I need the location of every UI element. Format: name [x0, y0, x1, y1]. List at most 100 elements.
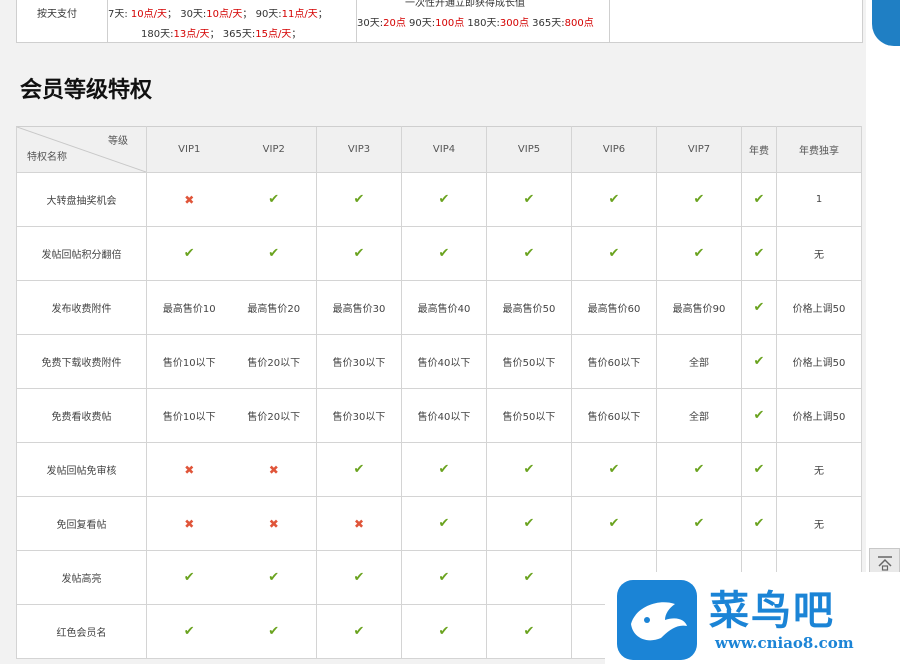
watermark-url: www.cniao8.com [715, 634, 854, 652]
check-icon: ✔ [438, 570, 450, 585]
privilege-value: 最高售价60 [571, 280, 657, 335]
check-icon: ✔ [656, 496, 742, 551]
privilege-value: 最高售价90 [656, 280, 742, 335]
check-icon: ✔ [656, 442, 742, 497]
header-vip2: VIP2 [231, 126, 317, 173]
check-icon: ✔ [268, 624, 280, 639]
header-vip5: VIP5 [486, 126, 572, 173]
check-icon: ✔ [741, 334, 777, 389]
check-icon: ✔ [741, 172, 777, 227]
check-icon: ✔ [486, 442, 572, 497]
privilege-name: 发布收费附件 [16, 280, 147, 335]
check-icon: ✔ [741, 226, 777, 281]
cross-icon: ✖ [184, 516, 195, 531]
corner-name-label: 特权名称 [27, 152, 67, 163]
bird-logo-icon [617, 580, 697, 660]
check-icon: ✔ [268, 246, 280, 261]
section-title: 会员等级特权 [20, 78, 153, 103]
privilege-value: 售价20以下 [247, 358, 301, 369]
privilege-value: 价格上调50 [776, 334, 862, 389]
check-icon: ✔ [741, 280, 777, 335]
site-watermark: 菜鸟吧 www.cniao8.com [605, 572, 900, 664]
privilege-value: 最高售价40 [417, 304, 471, 315]
daily-price-line-2: 180天:13点/天； 365天:15点/天； [141, 29, 302, 40]
check-icon: ✔ [438, 192, 450, 207]
privilege-value: 最高售价30 [316, 280, 402, 335]
privilege-name: 发帖回帖免审核 [16, 442, 147, 497]
check-icon: ✔ [183, 624, 195, 639]
table-row: 免费下载收费附件 售价10以下 售价20以下 售价30以下 售价40以下 售价50以下 售价… [16, 334, 862, 389]
check-icon: ✔ [741, 496, 777, 551]
check-icon: ✔ [268, 192, 280, 207]
empty-cell [610, 0, 862, 42]
privilege-value: 最高售价20 [247, 304, 301, 315]
privilege-value: 售价50以下 [486, 334, 572, 389]
check-icon: ✔ [183, 570, 195, 585]
check-icon: ✔ [571, 226, 657, 281]
privilege-name: 发帖回帖积分翻倍 [16, 226, 147, 281]
privilege-value: 最高售价10 [162, 304, 216, 315]
table-row: 发帖回帖免审核 ✖ ✖ ✔ ✔ ✔ ✔ ✔ ✔ 无 [16, 442, 862, 497]
pricing-table: 按天支付 7天: 10点/天； 30天:10点/天； 90天:11点/天； 18… [16, 0, 863, 43]
table-row: 发帖回帖积分翻倍 ✔ ✔ ✔ ✔ ✔ ✔ ✔ ✔ 无 [16, 226, 862, 281]
corner-level-label: 等级 [108, 136, 128, 147]
check-icon: ✔ [316, 550, 402, 605]
privilege-value: 售价20以下 [247, 412, 301, 423]
growth-values: 30天:20点 90天:100点 180天:300点 365天:800点 [357, 18, 594, 29]
table-row: 免费看收费帖 售价10以下 售价20以下 售价30以下 售价40以下 售价50以下 售价60… [16, 388, 862, 443]
table-row: 发布收费附件 最高售价10 最高售价20 最高售价30 最高售价40 最高售价50 最高售价… [16, 280, 862, 335]
check-icon: ✔ [486, 550, 572, 605]
header-vip3: VIP3 [316, 126, 402, 173]
privilege-value: 价格上调50 [776, 388, 862, 443]
privilege-value: 全部 [656, 388, 742, 443]
check-icon: ✔ [486, 604, 572, 659]
table-row: 免回复看帖 ✖ ✖ ✖ ✔ ✔ ✔ ✔ ✔ 无 [16, 496, 862, 551]
privilege-value: 全部 [656, 334, 742, 389]
privilege-value: 售价40以下 [417, 412, 471, 423]
header-annual-exclusive: 年费独享 [776, 126, 862, 173]
privilege-name: 红色会员名 [16, 604, 147, 659]
check-icon: ✔ [316, 604, 402, 659]
privilege-name: 免回复看帖 [16, 496, 147, 551]
header-vip4: VIP4 [401, 126, 487, 173]
check-icon: ✔ [183, 246, 195, 261]
privilege-value: 售价30以下 [316, 388, 402, 443]
corner-header: 等级 特权名称 [16, 126, 147, 173]
privilege-value: 售价60以下 [571, 334, 657, 389]
cross-icon: ✖ [316, 496, 402, 551]
check-icon: ✔ [438, 624, 450, 639]
privilege-value: 售价30以下 [316, 334, 402, 389]
table-row: 大转盘抽奖机会 ✖ ✔ ✔ ✔ ✔ ✔ ✔ ✔ 1 [16, 172, 862, 227]
check-icon: ✔ [656, 172, 742, 227]
privilege-value: 无 [776, 226, 862, 281]
table-header-row: 等级 特权名称 VIP1 VIP2 VIP3 VIP4 VIP5 VIP6 VI… [16, 126, 862, 173]
check-icon: ✔ [486, 496, 572, 551]
privilege-value: 售价50以下 [486, 388, 572, 443]
daily-pay-label: 按天支付 [37, 9, 77, 20]
cross-icon: ✖ [184, 462, 195, 477]
watermark-title: 菜鸟吧 [709, 587, 835, 634]
check-icon: ✔ [571, 172, 657, 227]
cross-icon: ✖ [268, 516, 279, 531]
cross-icon: ✖ [268, 462, 279, 477]
check-icon: ✔ [438, 462, 450, 477]
pricing-label-cell: 按天支付 [17, 0, 108, 42]
daily-prices-cell: 7天: 10点/天； 30天:10点/天； 90天:11点/天； 180天:13… [108, 0, 357, 42]
privilege-value: 1 [776, 172, 862, 227]
check-icon: ✔ [316, 442, 402, 497]
check-icon: ✔ [316, 172, 402, 227]
header-annual: 年费 [741, 126, 777, 173]
privilege-name: 免费看收费帖 [16, 388, 147, 443]
check-icon: ✔ [571, 442, 657, 497]
privilege-value: 最高售价50 [486, 280, 572, 335]
check-icon: ✔ [316, 226, 402, 281]
cross-icon: ✖ [184, 192, 195, 207]
privilege-name: 大转盘抽奖机会 [16, 172, 147, 227]
daily-price-line-1: 7天: 10点/天； 30天:10点/天； 90天:11点/天； [108, 9, 328, 20]
privilege-name: 发帖高亮 [16, 550, 147, 605]
check-icon: ✔ [741, 442, 777, 497]
privilege-name: 免费下载收费附件 [16, 334, 147, 389]
privilege-value: 无 [776, 496, 862, 551]
privilege-value: 价格上调50 [776, 280, 862, 335]
privilege-value: 售价10以下 [162, 412, 216, 423]
